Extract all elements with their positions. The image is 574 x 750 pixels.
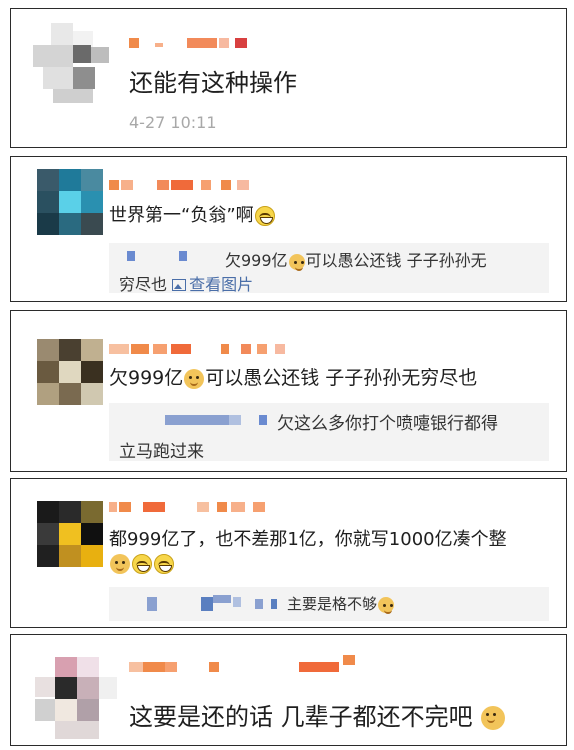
avatar[interactable] — [35, 657, 117, 739]
avatar[interactable] — [33, 23, 115, 105]
doge-emoji-icon — [481, 706, 506, 730]
reply-line-1: 主要是格不够 — [287, 593, 395, 614]
comment-text: 这要是还的话 几辈子都还不完吧 — [129, 697, 506, 732]
comment-card-1: 还能有这种操作 4-27 10:11 — [10, 8, 567, 148]
reply-box[interactable]: 欠这么多你打个喷嚏银行都得 立马跑过来 — [109, 403, 549, 462]
comment-card-4: 都999亿了，也不差那1亿，你就写1000亿凑个整 主要是格不够 — [10, 478, 567, 628]
reply-box[interactable]: 主要是格不够 — [109, 587, 549, 621]
image-icon — [172, 279, 187, 291]
reply-line-2: 穷尽也 查看图片 — [119, 275, 254, 294]
comment-card-2: 世界第一“负翁”啊 欠999亿 可以愚公还钱 子子孙孙无 穷尽也 查看图片 — [10, 156, 567, 302]
username-blurred[interactable] — [109, 177, 259, 195]
comment-text: 欠999亿 可以愚公还钱 子子孙孙无穷尽也 — [109, 367, 478, 389]
reply-line-2: 立马跑过来 — [119, 442, 204, 462]
reply-box[interactable]: 欠999亿 可以愚公还钱 子子孙孙无 穷尽也 查看图片 — [109, 243, 549, 294]
username-blurred[interactable] — [129, 35, 269, 53]
timestamp: 4-27 10:11 — [129, 113, 217, 132]
doge-emoji-icon — [288, 253, 305, 271]
reply-line-1: 欠999亿 可以愚公还钱 子子孙孙无 — [225, 251, 487, 271]
laugh-emoji-icon — [254, 206, 275, 226]
avatar[interactable] — [37, 169, 103, 235]
laugh-emoji-icon — [154, 553, 174, 574]
view-image-link[interactable]: 查看图片 — [172, 275, 253, 294]
username-blurred[interactable] — [129, 655, 369, 677]
comment-text: 世界第一“负翁”啊 — [109, 201, 276, 227]
username-blurred[interactable] — [109, 499, 279, 517]
comment-text: 还能有这种操作 — [129, 69, 297, 97]
comment-text: 都999亿了，也不差那1亿，你就写1000亿凑个整 — [109, 529, 507, 550]
laugh-emoji-icon — [132, 553, 152, 574]
reply-line-1: 欠这么多你打个喷嚏银行都得 — [277, 414, 498, 434]
comment-card-5: 这要是还的话 几辈子都还不完吧 — [10, 634, 567, 746]
comment-card-3: 欠999亿 可以愚公还钱 子子孙孙无穷尽也 欠这么多你打个喷嚏银行都得 立马跑过来 — [10, 310, 567, 472]
doge-emoji-icon — [110, 553, 130, 574]
doge-emoji-icon — [184, 368, 205, 389]
avatar[interactable] — [37, 501, 103, 567]
username-blurred[interactable] — [109, 341, 299, 359]
avatar[interactable] — [37, 339, 103, 405]
doge-emoji-icon — [378, 596, 395, 614]
emoji-row — [109, 553, 175, 574]
